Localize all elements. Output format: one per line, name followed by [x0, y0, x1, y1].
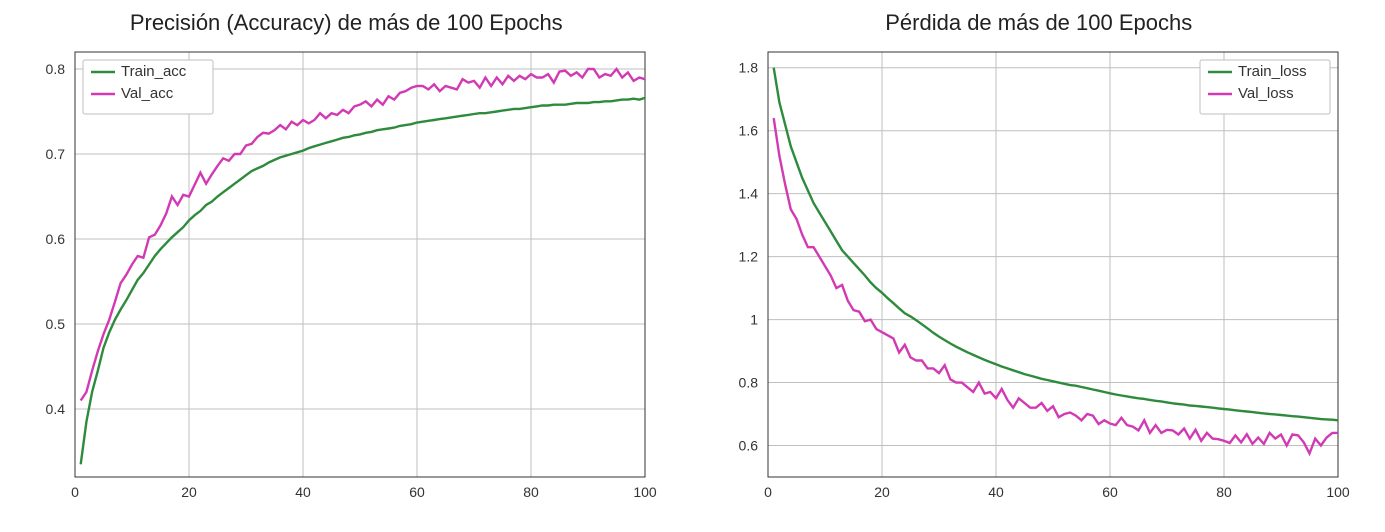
- svg-text:0.6: 0.6: [46, 231, 66, 247]
- svg-text:20: 20: [874, 484, 890, 500]
- svg-text:0: 0: [71, 484, 79, 500]
- svg-text:60: 60: [409, 484, 425, 500]
- svg-text:Train_acc: Train_acc: [121, 63, 187, 80]
- svg-text:80: 80: [1216, 484, 1232, 500]
- svg-text:100: 100: [633, 484, 657, 500]
- svg-text:1: 1: [750, 312, 758, 328]
- loss-chart-panel: Pérdida de más de 100 Epochs 02040608010…: [713, 10, 1366, 512]
- charts-row: Precisión (Accuracy) de más de 100 Epoch…: [0, 0, 1385, 522]
- legend: Train_acc Val_acc: [83, 60, 213, 114]
- accuracy-chart-title: Precisión (Accuracy) de más de 100 Epoch…: [20, 10, 673, 36]
- svg-text:1.8: 1.8: [738, 60, 758, 76]
- loss-chart-title: Pérdida de más de 100 Epochs: [713, 10, 1366, 36]
- svg-text:100: 100: [1326, 484, 1350, 500]
- svg-text:1.6: 1.6: [738, 123, 758, 139]
- accuracy-chart: 0 20 40 60 80 100 0.4 0.5 0.6 0.7 0.8 Train_acc Val_…: [20, 42, 660, 512]
- svg-text:0.8: 0.8: [46, 61, 66, 77]
- accuracy-chart-panel: Precisión (Accuracy) de más de 100 Epoch…: [20, 10, 673, 512]
- svg-text:40: 40: [988, 484, 1004, 500]
- legend: Train_loss Val_loss: [1200, 60, 1330, 114]
- svg-text:60: 60: [1102, 484, 1118, 500]
- svg-text:80: 80: [523, 484, 539, 500]
- svg-text:0.5: 0.5: [46, 316, 66, 332]
- loss-chart: 0 20 40 60 80 100 0.6 0.8 1 1.2 1.4 1.6 1.8 Train_los…: [713, 42, 1353, 512]
- svg-text:0.7: 0.7: [46, 146, 66, 162]
- svg-text:20: 20: [181, 484, 197, 500]
- svg-text:Val_acc: Val_acc: [121, 85, 174, 102]
- svg-text:0.6: 0.6: [738, 438, 758, 454]
- svg-text:1.4: 1.4: [738, 186, 758, 202]
- svg-text:40: 40: [295, 484, 311, 500]
- svg-text:0: 0: [764, 484, 772, 500]
- svg-text:Train_loss: Train_loss: [1238, 63, 1307, 80]
- svg-text:Val_loss: Val_loss: [1238, 85, 1294, 102]
- svg-text:0.8: 0.8: [738, 375, 758, 391]
- svg-text:1.2: 1.2: [738, 249, 758, 265]
- svg-text:0.4: 0.4: [46, 401, 66, 417]
